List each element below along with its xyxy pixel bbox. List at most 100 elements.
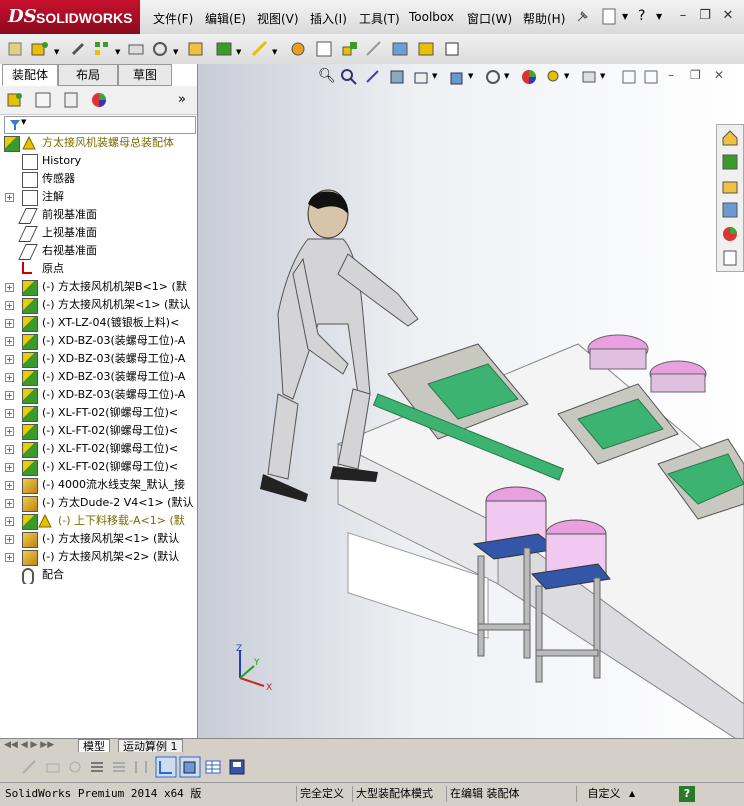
tab-assembly[interactable]: 装配体 <box>2 64 58 86</box>
chevron-down-icon[interactable]: ▼ <box>236 48 241 56</box>
tab-layout[interactable]: 布局 <box>58 64 118 86</box>
reference-geometry-icon[interactable] <box>250 39 270 59</box>
tree-item[interactable]: History <box>0 152 197 170</box>
view-settings-icon[interactable] <box>580 68 598 86</box>
clearance-verification-icon[interactable] <box>416 39 436 59</box>
sketch-relations-icon[interactable] <box>66 758 84 776</box>
expand-icon[interactable]: + <box>5 409 14 418</box>
assembly-features-icon[interactable] <box>214 39 234 59</box>
dynamic-annotation-icon[interactable] <box>412 68 430 86</box>
custom-properties-icon[interactable] <box>721 249 739 267</box>
tree-item[interactable]: + (-) XL-FT-02(铆螺母工位)< <box>0 422 197 440</box>
tree-root[interactable]: 方太接风机装螺母总装配体 <box>0 134 197 152</box>
mate-icon[interactable] <box>68 39 88 59</box>
bill-of-materials-icon[interactable] <box>314 39 334 59</box>
viewport-restore-button[interactable]: ❐ <box>690 68 701 82</box>
expand-icon[interactable]: + <box>5 283 14 292</box>
interference-detection-icon[interactable] <box>390 39 410 59</box>
appearances-icon[interactable] <box>721 225 739 243</box>
chevron-down-icon[interactable]: ▼ <box>432 72 437 80</box>
tree-item[interactable]: 原点 <box>0 260 197 278</box>
tree-item[interactable]: + (-) 方太Dude-2 V4<1> (默认 <box>0 494 197 512</box>
tree-item[interactable]: + (-) 上下料移载-A<1> (默 <box>0 512 197 530</box>
expand-icon[interactable]: + <box>5 319 14 328</box>
tree-item[interactable]: 传感器 <box>0 170 197 188</box>
expand-icon[interactable]: + <box>5 337 14 346</box>
expand-icon[interactable]: + <box>5 553 14 562</box>
tree-item[interactable]: 右视基准面 <box>0 242 197 260</box>
chevron-down-icon[interactable]: ▼ <box>54 48 59 56</box>
zoom-to-fit-icon[interactable]: 🔍︎ <box>318 68 336 84</box>
expand-icon[interactable]: + <box>5 499 14 508</box>
tree-item[interactable]: + (-) XD-BZ-03(装螺母工位)-A <box>0 368 197 386</box>
expand-icon[interactable]: + <box>5 427 14 436</box>
solidworks-resources-icon[interactable] <box>721 129 739 147</box>
expand-icon[interactable]: + <box>5 517 14 526</box>
previous-view-icon[interactable] <box>364 68 382 86</box>
new-document-icon[interactable] <box>602 8 616 25</box>
tree-item[interactable]: + (-) XD-BZ-03(装螺母工位)-A <box>0 350 197 368</box>
menu-tools[interactable]: 工具(T) <box>359 10 400 27</box>
tree-item[interactable]: + (-) XT-LZ-04(镀银板上料)< <box>0 314 197 332</box>
show-hidden-components-icon[interactable] <box>186 39 206 59</box>
distribute-icon[interactable] <box>110 758 128 776</box>
restore-button[interactable]: ❐ <box>698 9 712 23</box>
edit-appearance-icon[interactable] <box>520 68 538 86</box>
tree-item[interactable]: + 注解 <box>0 188 197 206</box>
solidworks-logo[interactable]: DS SOLIDWORKS <box>0 0 140 34</box>
graphics-area[interactable]: Z Y X <box>198 64 744 738</box>
exploded-view-icon[interactable] <box>340 39 360 59</box>
section-view-icon[interactable] <box>388 68 406 86</box>
apply-scene-icon[interactable] <box>544 68 562 86</box>
chevron-down-icon[interactable]: ▼ <box>600 72 605 80</box>
feature-manager-icon[interactable] <box>6 91 24 109</box>
viewport-link-icon[interactable] <box>644 70 658 84</box>
menu-file[interactable]: 文件(F) <box>153 10 193 27</box>
file-explorer-icon[interactable] <box>721 177 739 195</box>
pin-icon[interactable] <box>574 9 590 25</box>
expand-icon[interactable]: + <box>5 481 14 490</box>
menu-insert[interactable]: 插入(I) <box>310 10 347 27</box>
menu-view[interactable]: 视图(V) <box>257 10 299 27</box>
tree-item[interactable]: 上视基准面 <box>0 224 197 242</box>
tree-item[interactable]: 前视基准面 <box>0 206 197 224</box>
edit-component-icon[interactable] <box>6 39 26 59</box>
expand-icon[interactable]: + <box>5 463 14 472</box>
chevron-down-icon[interactable]: ▼ <box>272 48 277 56</box>
chevron-down-icon[interactable]: ▼ <box>115 48 120 56</box>
view-orientation-icon[interactable] <box>448 68 466 86</box>
tree-item[interactable]: 配合 <box>0 566 197 584</box>
chevron-down-icon[interactable]: ▼ <box>468 72 473 80</box>
menu-toolbox[interactable]: Toolbox <box>409 10 454 24</box>
zoom-to-area-icon[interactable] <box>340 68 358 86</box>
viewport-split-icon[interactable] <box>622 70 636 84</box>
display-manager-icon[interactable] <box>90 91 108 109</box>
tree-item[interactable]: + (-) XD-BZ-03(装螺母工位)-A <box>0 386 197 404</box>
linear-pattern-icon[interactable] <box>92 39 112 59</box>
expand-icon[interactable]: + <box>5 301 14 310</box>
display-style-icon[interactable] <box>484 68 502 86</box>
spacing-icon[interactable] <box>132 758 150 776</box>
table-icon[interactable] <box>204 758 222 776</box>
chevron-down-icon[interactable]: ▼ <box>173 48 178 56</box>
smart-dimension-icon[interactable] <box>44 758 62 776</box>
view-palette-icon[interactable] <box>721 201 739 219</box>
tree-item[interactable]: + (-) 4000流水线支架_默认_接 <box>0 476 197 494</box>
align-icon[interactable] <box>88 758 106 776</box>
viewport-close-button[interactable]: ✕ <box>714 68 724 82</box>
tree-item[interactable]: + (-) 方太接风机机架<1> (默认 <box>0 296 197 314</box>
chevron-down-icon[interactable]: ▲ <box>629 789 635 798</box>
chevron-down-icon[interactable]: ▼ <box>504 72 509 80</box>
expand-icon[interactable]: + <box>5 373 14 382</box>
minimize-button[interactable]: – <box>676 9 690 23</box>
expand-icon[interactable]: + <box>5 193 14 202</box>
shaded-view-icon[interactable] <box>179 756 201 778</box>
help-icon[interactable]: ? <box>638 8 645 24</box>
tree-item[interactable]: + (-) 方太接风机架<1> (默认 <box>0 530 197 548</box>
menu-edit[interactable]: 编辑(E) <box>205 10 246 27</box>
move-component-icon[interactable] <box>150 39 170 59</box>
tab-scroll-arrows[interactable]: ◀◀ ◀ ▶ ▶▶ <box>4 740 54 750</box>
expand-icon[interactable]: + <box>5 535 14 544</box>
tree-item[interactable]: + (-) XL-FT-02(铆螺母工位)< <box>0 404 197 422</box>
tree-filter[interactable]: ▼ <box>4 116 196 134</box>
